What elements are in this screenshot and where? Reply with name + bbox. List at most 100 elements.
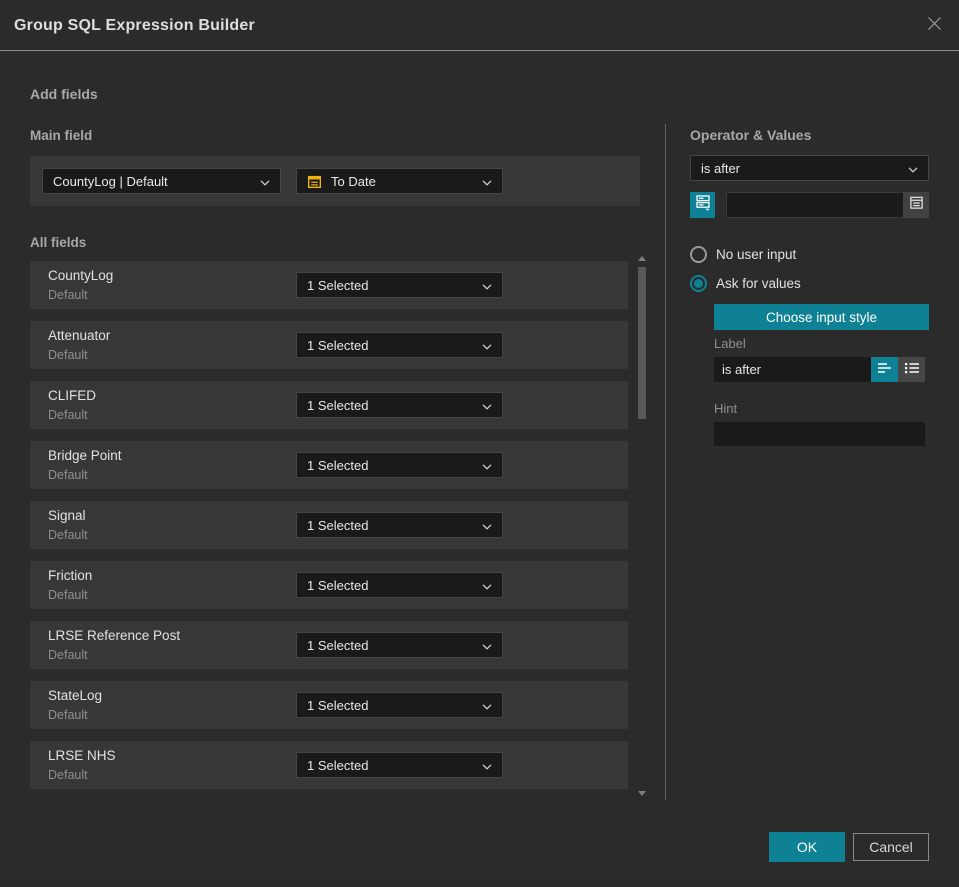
list-item: LRSE NHS Default 1 Selected [30,741,628,789]
calendar-icon [909,195,924,215]
cancel-button[interactable]: Cancel [853,833,929,861]
field-name: LRSE NHS [48,748,116,763]
main-field-heading: Main field [30,128,93,143]
bulleted-list-icon [904,361,919,379]
date-picker-button[interactable] [903,192,929,218]
chevron-down-icon [482,338,492,353]
align-left-icon [877,361,892,379]
list-item: LRSE Reference Post Default 1 Selected [30,621,628,669]
chevron-down-icon [482,518,492,533]
close-button[interactable] [922,14,946,38]
field-selected-value: 1 Selected [307,637,369,653]
list-item: StateLog Default 1 Selected [30,681,628,729]
main-field-box: CountyLog | Default To Date [30,156,640,206]
operator-select[interactable]: is after [690,155,929,181]
choose-input-style-button[interactable]: Choose input style [714,304,929,330]
value-row [690,192,929,218]
scrollbar-down-arrow-icon[interactable] [638,791,646,796]
field-selected-dropdown[interactable]: 1 Selected [296,632,503,658]
date-field-icon [307,174,322,189]
main-field-type-value: To Date [331,173,376,189]
field-subtitle: Default [48,768,88,782]
operator-values-heading: Operator & Values [690,127,812,143]
field-subtitle: Default [48,468,88,482]
list-item: Friction Default 1 Selected [30,561,628,609]
radio-no-user-input[interactable]: No user input [690,245,929,263]
field-name: StateLog [48,688,103,703]
field-selected-value: 1 Selected [307,517,369,533]
chevron-down-icon [482,458,492,473]
add-fields-heading: Add fields [30,86,98,102]
group-sql-expression-builder-dialog: Group SQL Expression Builder Add fields … [0,0,959,887]
field-selected-value: 1 Selected [307,577,369,593]
field-selected-value: 1 Selected [307,397,369,413]
unique-values-button[interactable] [690,192,715,218]
chevron-down-icon [482,578,492,593]
value-input[interactable] [726,192,903,218]
list-item: Bridge Point Default 1 Selected [30,441,628,489]
field-subtitle: Default [48,408,88,422]
chevron-down-icon [908,161,918,176]
hint-input[interactable] [714,422,925,446]
dialog-header: Group SQL Expression Builder [0,0,959,51]
field-selected-value: 1 Selected [307,277,369,293]
field-selected-dropdown[interactable]: 1 Selected [296,392,503,418]
chevron-down-icon [482,638,492,653]
field-selected-dropdown[interactable]: 1 Selected [296,572,503,598]
chevron-down-icon [482,174,492,189]
list-item: CountyLog Default 1 Selected [30,261,628,309]
main-field-select[interactable]: CountyLog | Default [42,168,281,194]
field-selected-value: 1 Selected [307,337,369,353]
radio-ask-for-values-label: Ask for values [716,275,801,291]
field-name: CountyLog [48,268,114,283]
field-selected-value: 1 Selected [307,457,369,473]
field-selected-dropdown[interactable]: 1 Selected [296,752,503,778]
field-name: CLIFED [48,388,97,403]
label-caption: Label [714,336,746,351]
field-name: Friction [48,568,93,583]
field-selected-dropdown[interactable]: 1 Selected [296,692,503,718]
main-field-type-select[interactable]: To Date [296,168,503,194]
operator-values-panel: Operator & Values is after No user input… [690,127,929,446]
radio-ask-for-values[interactable]: Ask for values [690,274,929,292]
unique-values-icon [695,194,711,216]
main-field-select-value: CountyLog | Default [53,173,168,189]
field-name: Signal [48,508,86,523]
hint-caption: Hint [714,401,738,416]
field-selected-dropdown[interactable]: 1 Selected [296,512,503,538]
field-name: Attenuator [48,328,111,343]
chevron-down-icon [260,174,270,189]
ok-button[interactable]: OK [769,832,845,862]
field-subtitle: Default [48,588,88,602]
field-name: LRSE Reference Post [48,628,181,643]
label-input[interactable] [714,357,871,382]
input-style-text-button[interactable] [871,357,898,382]
field-selected-value: 1 Selected [307,697,369,713]
list-item: Signal Default 1 Selected [30,501,628,549]
operator-select-value: is after [701,160,741,176]
chevron-down-icon [482,398,492,413]
field-subtitle: Default [48,648,88,662]
label-row [714,357,925,382]
field-subtitle: Default [48,528,88,542]
field-selected-dropdown[interactable]: 1 Selected [296,452,503,478]
list-scrollbar[interactable] [636,254,649,798]
all-fields-list: CountyLog Default 1 Selected Attenuator … [30,261,628,801]
all-fields-heading: All fields [30,235,87,250]
scrollbar-thumb[interactable] [638,267,646,419]
field-selected-value: 1 Selected [307,757,369,773]
dialog-title: Group SQL Expression Builder [14,17,255,34]
field-subtitle: Default [48,708,88,722]
radio-unselected-icon [690,245,707,263]
chevron-down-icon [482,758,492,773]
input-style-list-button[interactable] [898,357,925,382]
field-name: Bridge Point [48,448,122,463]
field-selected-dropdown[interactable]: 1 Selected [296,272,503,298]
panel-divider [665,124,666,800]
field-selected-dropdown[interactable]: 1 Selected [296,332,503,358]
field-subtitle: Default [48,348,88,362]
field-subtitle: Default [48,288,88,302]
scrollbar-up-arrow-icon[interactable] [638,256,646,261]
list-item: Attenuator Default 1 Selected [30,321,628,369]
chevron-down-icon [482,698,492,713]
